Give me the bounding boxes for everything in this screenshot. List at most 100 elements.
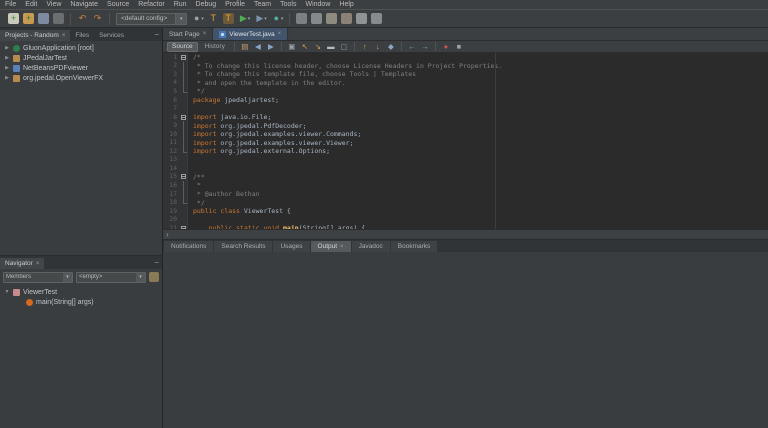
plugin-icon-6[interactable] <box>371 13 382 24</box>
toggle-highlight-icon[interactable]: ▬ <box>326 42 336 52</box>
chevron-down-icon[interactable]: ▾ <box>248 16 251 22</box>
expand-arrow-icon[interactable]: ▶ <box>4 65 10 71</box>
redo-icon[interactable]: ↷ <box>92 13 103 24</box>
close-icon[interactable]: × <box>340 244 344 250</box>
close-icon[interactable]: × <box>278 31 282 37</box>
previous-bookmark-icon[interactable]: ↑ <box>360 42 370 52</box>
chevron-down-icon[interactable]: ▾ <box>281 16 284 22</box>
expand-arrow-icon[interactable]: ▼ <box>4 289 10 295</box>
last-edit-icon[interactable]: ▤ <box>240 42 250 52</box>
fold-gutter[interactable] <box>179 53 188 62</box>
menu-team[interactable]: Team <box>254 0 271 10</box>
minimize-projects-button[interactable]: − <box>154 31 159 39</box>
fold-gutter[interactable] <box>179 224 188 229</box>
tab-usages[interactable]: Usages <box>273 241 309 252</box>
code-segment: */ <box>193 87 205 95</box>
fold-gutter[interactable] <box>179 173 188 182</box>
back-icon[interactable]: ◀ <box>253 42 263 52</box>
minimize-navigator-button[interactable]: − <box>154 259 159 267</box>
tab-search-results[interactable]: Search Results <box>214 241 272 252</box>
tab-services[interactable]: Services <box>94 30 129 41</box>
tab-notifications[interactable]: Notifications <box>164 241 213 252</box>
tab-start-page[interactable]: Start Page× <box>163 28 213 40</box>
navigator-filter-select[interactable]: <empty> ▾ <box>76 272 146 283</box>
expand-arrow-icon[interactable]: ▶ <box>4 55 10 61</box>
chevron-down-icon[interactable]: ▾ <box>264 16 267 22</box>
tab-javadoc[interactable]: Javadoc <box>352 241 390 252</box>
menu-run[interactable]: Run <box>174 0 187 10</box>
menu-view[interactable]: View <box>46 0 61 10</box>
plugin-icon-4[interactable] <box>341 13 352 24</box>
code-segment: org.jpedal.PdfDecoder; <box>220 122 306 130</box>
tab-bookmarks[interactable]: Bookmarks <box>391 241 438 252</box>
plugin-icon-2[interactable] <box>311 13 322 24</box>
menu-file[interactable]: File <box>5 0 16 10</box>
expand-chevron-icon[interactable]: › <box>166 231 169 239</box>
expand-arrow-icon[interactable]: ▶ <box>4 75 10 81</box>
menu-source[interactable]: Source <box>107 0 129 10</box>
stop-macro-recording-icon[interactable]: ■ <box>454 42 464 52</box>
fold-collapse-icon[interactable] <box>181 174 186 179</box>
menu-edit[interactable]: Edit <box>25 0 37 10</box>
fold-collapse-icon[interactable] <box>181 226 186 229</box>
plugin-icon-1[interactable] <box>296 13 307 24</box>
navigator-item-viewertest[interactable]: ▼ViewerTest <box>0 287 162 297</box>
chevron-down-icon[interactable]: ▾ <box>201 16 204 22</box>
chevron-down-icon[interactable]: ▾ <box>63 273 72 282</box>
toggle-bookmark-icon[interactable]: ◆ <box>386 42 396 52</box>
fold-gutter[interactable] <box>179 113 188 122</box>
project-item-org-jpedal-openviewerfx[interactable]: ▶org.jpedal.OpenViewerFX <box>0 73 162 83</box>
project-item-jpedaljartest[interactable]: ▶JPedalJarTest <box>0 53 162 63</box>
menu-navigate[interactable]: Navigate <box>70 0 98 10</box>
next-occurrence-icon[interactable]: ↘ <box>313 42 323 52</box>
plugin-icon-5[interactable] <box>356 13 367 24</box>
save-all-icon[interactable] <box>53 13 64 24</box>
menu-profile[interactable]: Profile <box>225 0 245 10</box>
tab-files[interactable]: Files <box>70 30 94 41</box>
close-icon[interactable]: × <box>203 31 207 37</box>
new-project-icon[interactable]: + <box>23 13 34 24</box>
close-icon[interactable]: × <box>62 33 66 39</box>
plugin-icon-3[interactable] <box>326 13 337 24</box>
previous-occurrence-icon[interactable]: ↖ <box>300 42 310 52</box>
find-selection-icon[interactable]: ▣ <box>287 42 297 52</box>
sort-members-icon[interactable] <box>149 272 159 282</box>
expand-arrow-icon[interactable]: ▶ <box>4 45 10 51</box>
new-file-icon[interactable]: + <box>8 13 19 24</box>
history-view-button[interactable]: History <box>201 43 229 50</box>
next-bookmark-icon[interactable]: ↓ <box>373 42 383 52</box>
clean-and-build-icon[interactable]: T <box>223 13 234 24</box>
chevron-down-icon[interactable]: ▾ <box>136 273 145 282</box>
line-number: 12 <box>163 147 179 156</box>
menu-debug[interactable]: Debug <box>196 0 217 10</box>
undo-icon[interactable]: ↶ <box>77 13 88 24</box>
shift-line-right-icon[interactable]: → <box>420 42 430 52</box>
close-icon[interactable]: × <box>36 261 40 267</box>
navigator-view-select[interactable]: Members ▾ <box>3 272 73 283</box>
menu-refactor[interactable]: Refactor <box>138 0 164 10</box>
build-project-icon[interactable]: T <box>208 13 219 24</box>
menu-help[interactable]: Help <box>339 0 353 10</box>
menu-tools[interactable]: Tools <box>280 0 296 10</box>
fold-collapse-icon[interactable] <box>181 115 186 120</box>
forward-icon[interactable]: ▶ <box>266 42 276 52</box>
open-project-icon[interactable] <box>38 13 49 24</box>
fold-collapse-icon[interactable] <box>181 55 186 60</box>
tab-output[interactable]: Output× <box>311 241 351 252</box>
project-item-netbeanspdfviewer[interactable]: ▶NetBeansPDFviewer <box>0 63 162 73</box>
tab-projects-random[interactable]: Projects - Random× <box>0 30 70 41</box>
chevron-down-icon[interactable]: ▾ <box>175 14 186 24</box>
run-configuration-select[interactable]: <default config>▾ <box>116 13 187 25</box>
horizontal-scrollbar[interactable]: › <box>163 229 768 239</box>
start-macro-recording-icon[interactable]: ● <box>441 42 451 52</box>
tab-navigator[interactable]: Navigator × <box>0 258 44 269</box>
project-item-gluonapplication-root[interactable]: ▶GluonApplication [root] <box>0 43 162 53</box>
rectangular-selection-icon[interactable]: ◻ <box>339 42 349 52</box>
tab-viewertest-java[interactable]: ViewerTest.java× <box>213 28 288 40</box>
shift-line-left-icon[interactable]: ← <box>407 42 417 52</box>
navigator-item-main-string-args[interactable]: main(String[] args) <box>0 297 162 307</box>
code-editor[interactable]: 1/*2 * To change this license header, ch… <box>163 53 768 229</box>
menu-window[interactable]: Window <box>305 0 330 10</box>
code-line: 19public class ViewerTest { <box>163 207 768 216</box>
source-view-button[interactable]: Source <box>167 42 198 52</box>
